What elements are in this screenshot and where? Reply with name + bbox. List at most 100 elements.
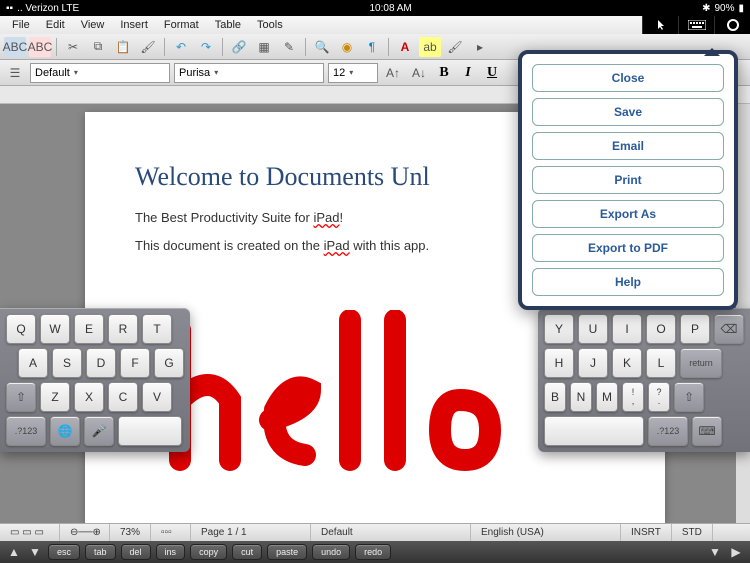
cmd-esc[interactable]: esc (48, 544, 80, 560)
cmd-collapse-icon[interactable]: ▼ (707, 545, 723, 559)
key-f[interactable]: F (120, 348, 150, 378)
key-a[interactable]: A (18, 348, 48, 378)
menu-insert[interactable]: Insert (112, 17, 156, 33)
cmd-down-icon[interactable]: ▼ (27, 545, 43, 559)
key-mic[interactable]: 🎤 (84, 416, 114, 446)
view-layout-cells[interactable]: ▭ ▭ ▭ (0, 524, 60, 541)
keyboard-toggle-button[interactable] (678, 16, 714, 34)
key-l[interactable]: L (646, 348, 676, 378)
cmd-copy[interactable]: copy (190, 544, 227, 560)
key-q[interactable]: Q (6, 314, 36, 344)
key-return[interactable]: return (680, 348, 722, 378)
selection-mode[interactable]: STD (672, 524, 713, 541)
underline-button[interactable]: U (482, 63, 502, 83)
key-numbers-right[interactable]: .?123 (648, 416, 688, 446)
page-style-label[interactable]: Default (311, 524, 471, 541)
undo-icon[interactable]: ↶ (170, 37, 192, 57)
bold-button[interactable]: B (434, 63, 454, 83)
redo-icon[interactable]: ↷ (195, 37, 217, 57)
font-color-icon[interactable]: A (394, 37, 416, 57)
key-v[interactable]: V (142, 382, 172, 412)
settings-gear-button[interactable] (714, 16, 750, 34)
more-icon[interactable]: ▸ (469, 37, 491, 57)
cmd-del[interactable]: del (121, 544, 151, 560)
italic-button[interactable]: I (458, 63, 478, 83)
popover-export-pdf-button[interactable]: Export to PDF (532, 234, 724, 262)
key-k[interactable]: K (612, 348, 642, 378)
styles-icon[interactable]: ☰ (4, 63, 26, 83)
page-indicator[interactable]: Page 1 / 1 (191, 524, 311, 541)
cmd-paste[interactable]: paste (267, 544, 307, 560)
paste-icon[interactable]: 📋 (112, 37, 134, 57)
key-d[interactable]: D (86, 348, 116, 378)
spellcheck-icon[interactable]: ABC (29, 37, 51, 57)
font-size-combo[interactable]: 12 (328, 63, 378, 83)
menu-tools[interactable]: Tools (249, 17, 291, 33)
pointer-mode-button[interactable] (642, 16, 678, 34)
key-numbers-left[interactable]: .?123 (6, 416, 46, 446)
cmd-undo[interactable]: undo (312, 544, 350, 560)
paint-icon[interactable]: 🖌 (444, 37, 466, 57)
key-space-right[interactable] (544, 416, 644, 446)
menu-file[interactable]: File (4, 17, 38, 33)
cmd-up-icon[interactable]: ▲ (6, 545, 22, 559)
cmd-ins[interactable]: ins (156, 544, 186, 560)
key-i[interactable]: I (612, 314, 642, 344)
key-backspace[interactable]: ⌫ (714, 314, 744, 344)
key-s[interactable]: S (52, 348, 82, 378)
spellcheck-auto-icon[interactable]: ABC (4, 37, 26, 57)
key-r[interactable]: R (108, 314, 138, 344)
menu-edit[interactable]: Edit (38, 17, 73, 33)
key-question-period[interactable]: ?. (648, 382, 670, 412)
popover-export-as-button[interactable]: Export As (532, 200, 724, 228)
cmd-play-icon[interactable]: ▶ (728, 545, 744, 559)
hyperlink-icon[interactable]: 🔗 (228, 37, 250, 57)
cut-icon[interactable]: ✂ (62, 37, 84, 57)
cmd-cut[interactable]: cut (232, 544, 262, 560)
key-h[interactable]: H (544, 348, 574, 378)
shrink-font-icon[interactable]: A↓ (408, 63, 430, 83)
nonprinting-icon[interactable]: ¶ (361, 37, 383, 57)
key-hide-keyboard[interactable]: ⌨ (692, 416, 722, 446)
key-b[interactable]: B (544, 382, 566, 412)
key-w[interactable]: W (40, 314, 70, 344)
popover-email-button[interactable]: Email (532, 132, 724, 160)
menu-table[interactable]: Table (207, 17, 249, 33)
popover-print-button[interactable]: Print (532, 166, 724, 194)
zoom-percent[interactable]: 73% (110, 524, 151, 541)
key-y[interactable]: Y (544, 314, 574, 344)
key-shift-right[interactable]: ⇧ (674, 382, 704, 412)
key-x[interactable]: X (74, 382, 104, 412)
table-icon[interactable]: ▦ (253, 37, 275, 57)
cmd-tab[interactable]: tab (85, 544, 116, 560)
key-p[interactable]: P (680, 314, 710, 344)
key-shift-left[interactable]: ⇧ (6, 382, 36, 412)
menu-format[interactable]: Format (156, 17, 207, 33)
key-t[interactable]: T (142, 314, 172, 344)
key-c[interactable]: C (108, 382, 138, 412)
grow-font-icon[interactable]: A↑ (382, 63, 404, 83)
zoom-slider[interactable]: ⊖──⊕ (60, 524, 110, 541)
navigator-icon[interactable]: ◉ (336, 37, 358, 57)
key-j[interactable]: J (578, 348, 608, 378)
view-mode-icons[interactable]: ▫▫▫ (151, 524, 191, 541)
popover-save-button[interactable]: Save (532, 98, 724, 126)
key-g[interactable]: G (154, 348, 184, 378)
font-name-combo[interactable]: Purisa (174, 63, 324, 83)
copy-icon[interactable]: ⧉ (87, 37, 109, 57)
find-icon[interactable]: 🔍 (311, 37, 333, 57)
key-space-left[interactable] (118, 416, 182, 446)
paragraph-style-combo[interactable]: Default (30, 63, 170, 83)
key-o[interactable]: O (646, 314, 676, 344)
popover-help-button[interactable]: Help (532, 268, 724, 296)
key-u[interactable]: U (578, 314, 608, 344)
drawing-icon[interactable]: ✎ (278, 37, 300, 57)
key-e[interactable]: E (74, 314, 104, 344)
key-z[interactable]: Z (40, 382, 70, 412)
key-exclaim-comma[interactable]: !, (622, 382, 644, 412)
menu-view[interactable]: View (73, 17, 113, 33)
key-m[interactable]: M (596, 382, 618, 412)
popover-close-button[interactable]: Close (532, 64, 724, 92)
key-globe[interactable]: 🌐 (50, 416, 80, 446)
highlight-icon[interactable]: ab (419, 37, 441, 57)
